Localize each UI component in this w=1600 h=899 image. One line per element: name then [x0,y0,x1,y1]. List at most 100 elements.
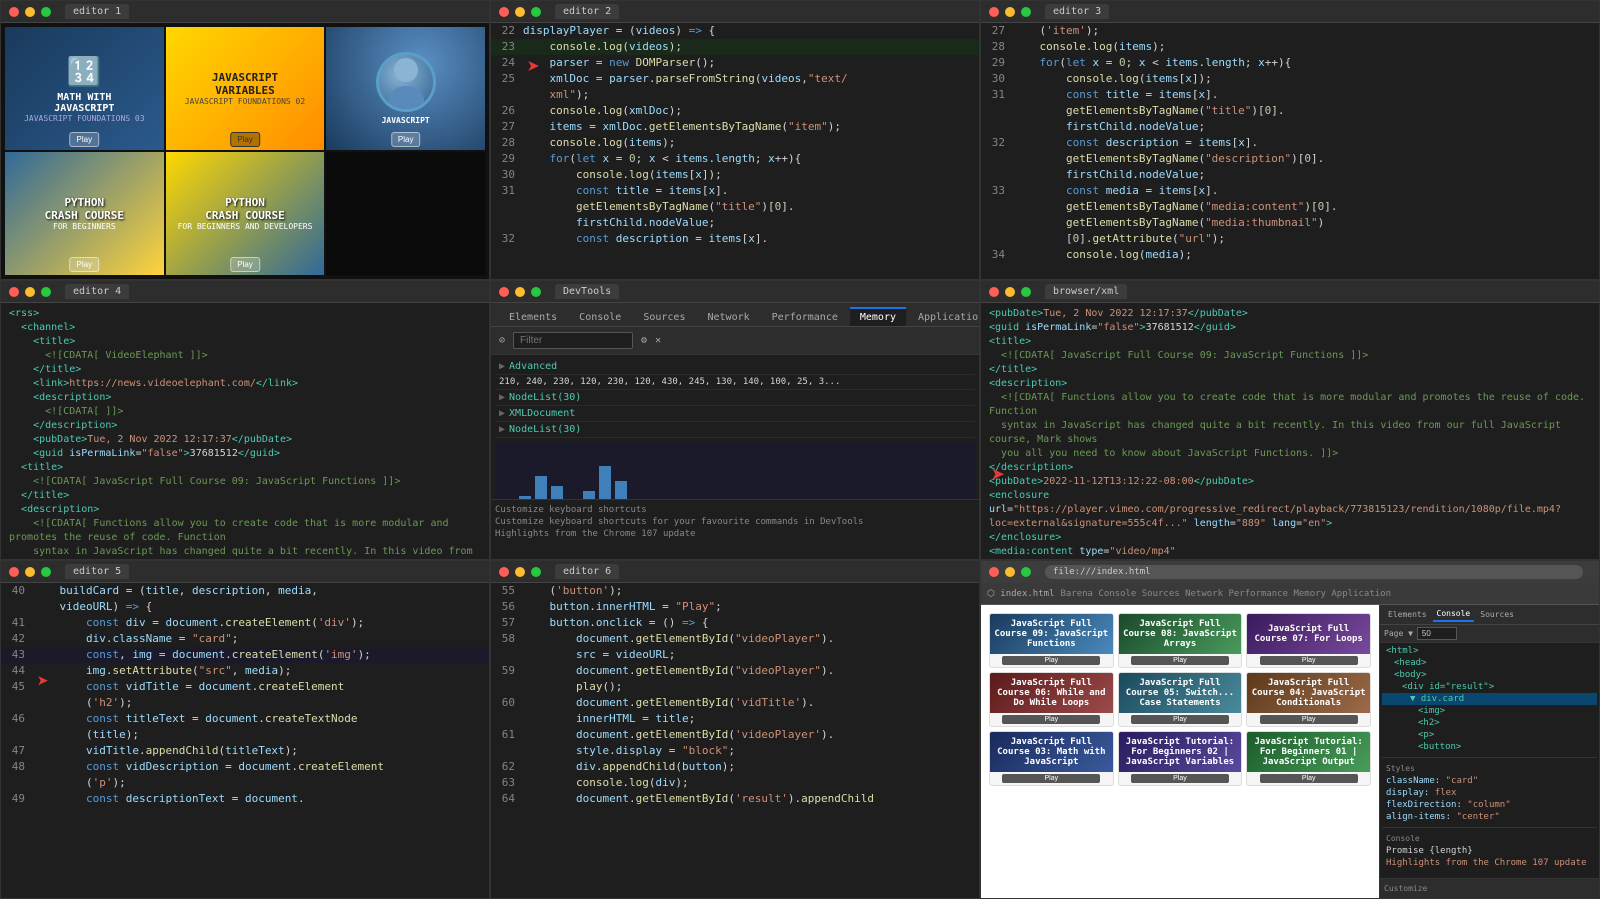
code-bl-line-49: 49 const descriptionText = document. [1,791,489,807]
code-line-31b: getElementsByTagName("title")[0]. [491,199,979,215]
line-num-32: 32 [491,231,523,247]
xml-r-line-14: <media:content type="video/mp4" [989,545,1591,559]
thumb-python2[interactable]: PYTHONCRASH COURSE FOR BEGINNERS AND DEV… [166,152,325,275]
vid-card-2-play[interactable]: Play [1131,656,1229,665]
maximize-dot-3[interactable] [1021,7,1031,17]
thumb-python1[interactable]: PYTHONCRASH COURSE FOR BEGINNERS Play [5,152,164,275]
dt-filter-label: ⊘ [499,335,505,346]
xml-line-2: <channel> [9,321,481,335]
maximize-dot-9[interactable] [1021,567,1031,577]
panel-topbar-code-bot-left: editor 5 [1,561,489,583]
close-dot-5[interactable] [499,287,509,297]
dt-right-filter-input[interactable] [1417,627,1457,640]
vid-card-1-play[interactable]: Play [1002,656,1100,665]
dt-tab-network[interactable]: Network [697,308,759,326]
dt-tab-console[interactable]: Console [569,308,631,326]
minimize-dot-8[interactable] [515,567,525,577]
line-num-24: 24 [491,55,523,71]
thumb-math-js[interactable]: 🔢 MATH WITHJAVASCRIPT JAVASCRIPT FOUNDAT… [5,27,164,150]
xml-line-10: <pubDate>Tue, 2 Nov 2022 12:17:37</pubDa… [9,433,481,447]
dt-tab-sources[interactable]: Sources [633,308,695,326]
devtools-filter-input[interactable] [513,332,633,349]
vid-card-5-play[interactable]: Play [1131,715,1229,724]
close-dot[interactable] [9,7,19,17]
line-num-22: 22 [491,23,523,39]
browser-tab-1[interactable]: ⬡ index.html [987,589,1054,599]
play-btn-vars[interactable]: Play [230,132,260,147]
vid-card-1: JavaScript Full Course 09: JavaScript Fu… [989,613,1114,668]
browser-topbar: file:///index.html [981,561,1599,583]
thumb-js-vars[interactable]: JAVASCRIPTVARIABLES JAVASCRIPT FOUNDATIO… [166,27,325,150]
vid-card-3-play[interactable]: Play [1260,656,1358,665]
dt-tab-memory[interactable]: Memory [850,307,906,326]
browser-url-bar[interactable]: file:///index.html [1045,565,1583,579]
close-dot-6[interactable] [989,287,999,297]
dt-right-tree[interactable]: <html> <head> <body> <div id="result"> ▼… [1380,643,1599,878]
maximize-dot-5[interactable] [531,287,541,297]
vid-card-9-play[interactable]: Play [1260,774,1358,783]
xml-mid-right-panel: browser/xml ➤ <pubDate>Tue, 2 Nov 2022 1… [980,280,1600,560]
dt-prop-classname: className: "card" [1382,775,1597,787]
close-dot-9[interactable] [989,567,999,577]
devtools-console-content[interactable]: ▶ Advanced 210, 240, 230, 120, 230, 120,… [491,355,979,499]
panel-topbar-code-mid: editor 2 [491,1,979,23]
xml-left-content[interactable]: <rss> <channel> <title> <![CDATA[ VideoE… [1,303,489,559]
minimize-dot-2[interactable] [515,7,525,17]
play-btn-person[interactable]: Play [391,132,421,147]
console-text-advanced: Advanced [509,361,557,372]
thumb-person[interactable]: JAVASCRIPT Play [326,27,485,150]
code-bl-line-48b: ('p'); [1,775,489,791]
code-bm-line-61: 61 document.getElementById('videoPlayer'… [491,727,979,743]
dt-tree-divcard[interactable]: ▼ div.card [1382,693,1597,705]
minimize-dot-5[interactable] [515,287,525,297]
minimize-dot-6[interactable] [1005,287,1015,297]
maximize-dot-2[interactable] [531,7,541,17]
xml-right-content[interactable]: <pubDate>Tue, 2 Nov 2022 12:17:37</pubDa… [981,303,1599,559]
minimize-dot-9[interactable] [1005,567,1015,577]
close-dot-3[interactable] [989,7,999,17]
dt-tab-application[interactable]: Application [908,308,980,326]
dt-settings-icon[interactable]: ⚙ [641,335,647,346]
devtools-tab-label[interactable]: Barena Console Sources Network Performan… [1060,589,1391,599]
vid-card-4-play[interactable]: Play [1002,715,1100,724]
close-dot-4[interactable] [9,287,19,297]
maximize-dot-7[interactable] [41,567,51,577]
browser-bot-right-panel: file:///index.html ⬡ index.html Barena C… [980,560,1600,899]
minimize-dot-3[interactable] [1005,7,1015,17]
vid-card-6-play[interactable]: Play [1260,715,1358,724]
code-bl-line-47: 47 vidTitle.appendChild(titleText); [1,743,489,759]
minimize-dot-7[interactable] [25,567,35,577]
maximize-dot-8[interactable] [531,567,541,577]
xml-r-line-3: <title> [989,335,1591,349]
browser-split-view: JavaScript Full Course 09: JavaScript Fu… [981,605,1599,898]
vid-card-9-thumb: JavaScript Tutorial: For Beginners 01 | … [1247,732,1370,772]
dt-close-icon[interactable]: ✕ [655,335,661,346]
vid-card-8-play[interactable]: Play [1131,774,1229,783]
code-content-bot-mid[interactable]: 55 ('button'); 56 button.innerHTML = "Pl… [491,583,979,898]
play-btn-py2[interactable]: Play [230,257,260,272]
dt-tab-performance[interactable]: Performance [762,308,848,326]
code-content-bot-left[interactable]: 40 buildCard = (title, description, medi… [1,583,489,898]
maximize-dot[interactable] [41,7,51,17]
close-dot-8[interactable] [499,567,509,577]
line-num-31c [491,215,523,231]
play-btn-py1[interactable]: Play [70,257,100,272]
code-content-top-mid[interactable]: 22displayPlayer = (videos) => { 23 conso… [491,23,979,279]
close-dot-7[interactable] [9,567,19,577]
vid-card-7-play[interactable]: Play [1002,774,1100,783]
code-content-top-right[interactable]: 27 ('item'); 28 console.log(items); 29 f… [981,23,1599,279]
code-r-line-33: 33 const media = items[x]. [981,183,1599,199]
minimize-dot-4[interactable] [25,287,35,297]
minimize-dot[interactable] [25,7,35,17]
dt-tab-elements[interactable]: Elements [499,308,567,326]
play-btn-math[interactable]: Play [70,132,100,147]
maximize-dot-4[interactable] [41,287,51,297]
main-grid: editor 1 🔢 MATH WITHJAVASCRIPT JAVASCRIP… [0,0,1600,899]
code-r-line-33d: [0].getAttribute("url"); [981,231,1599,247]
dt-right-tab-console[interactable]: Console [1433,607,1475,622]
dt-right-tab-elements[interactable]: Elements [1384,608,1431,621]
maximize-dot-6[interactable] [1021,287,1031,297]
code-line-25b: xml"); [491,87,979,103]
dt-right-tab-sources[interactable]: Sources [1476,608,1518,621]
close-dot-2[interactable] [499,7,509,17]
